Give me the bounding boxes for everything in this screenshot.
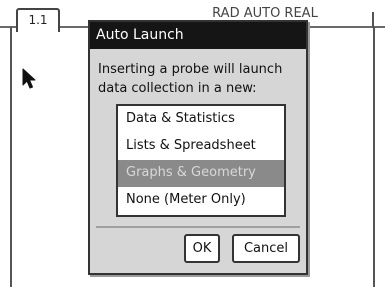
dialog-separator <box>96 226 300 228</box>
cancel-button-label: Cancel <box>243 241 289 256</box>
message-line-1: Inserting a probe will launch <box>98 62 283 77</box>
tab-page-1-1[interactable]: 1.1 <box>16 8 60 32</box>
option-graphs-geometry[interactable]: Graphs & Geometry <box>118 160 284 187</box>
option-lists-spreadsheet[interactable]: Lists & Spreadsheet <box>118 133 284 160</box>
dialog-title: Auto Launch <box>90 22 306 49</box>
mouse-pointer-icon <box>22 68 36 89</box>
ok-button-label: OK <box>192 241 212 256</box>
document-title: RAD AUTO REAL <box>212 6 318 20</box>
tab-label: 1.1 <box>28 13 48 27</box>
cancel-button[interactable]: Cancel <box>232 234 300 263</box>
page-left-border <box>10 27 12 287</box>
option-none-meter-only[interactable]: None (Meter Only) <box>118 187 284 214</box>
window-edge <box>372 12 374 28</box>
page-right-border <box>373 27 375 287</box>
message-line-2: data collection in a new: <box>98 81 257 96</box>
app-option-list[interactable]: Data & Statistics Lists & Spreadsheet Gr… <box>116 104 286 217</box>
dialog-message: Inserting a probe will launch data colle… <box>98 60 304 98</box>
ok-button[interactable]: OK <box>184 234 220 263</box>
auto-launch-dialog: Auto Launch Inserting a probe will launc… <box>88 20 308 275</box>
option-data-statistics[interactable]: Data & Statistics <box>118 106 284 133</box>
